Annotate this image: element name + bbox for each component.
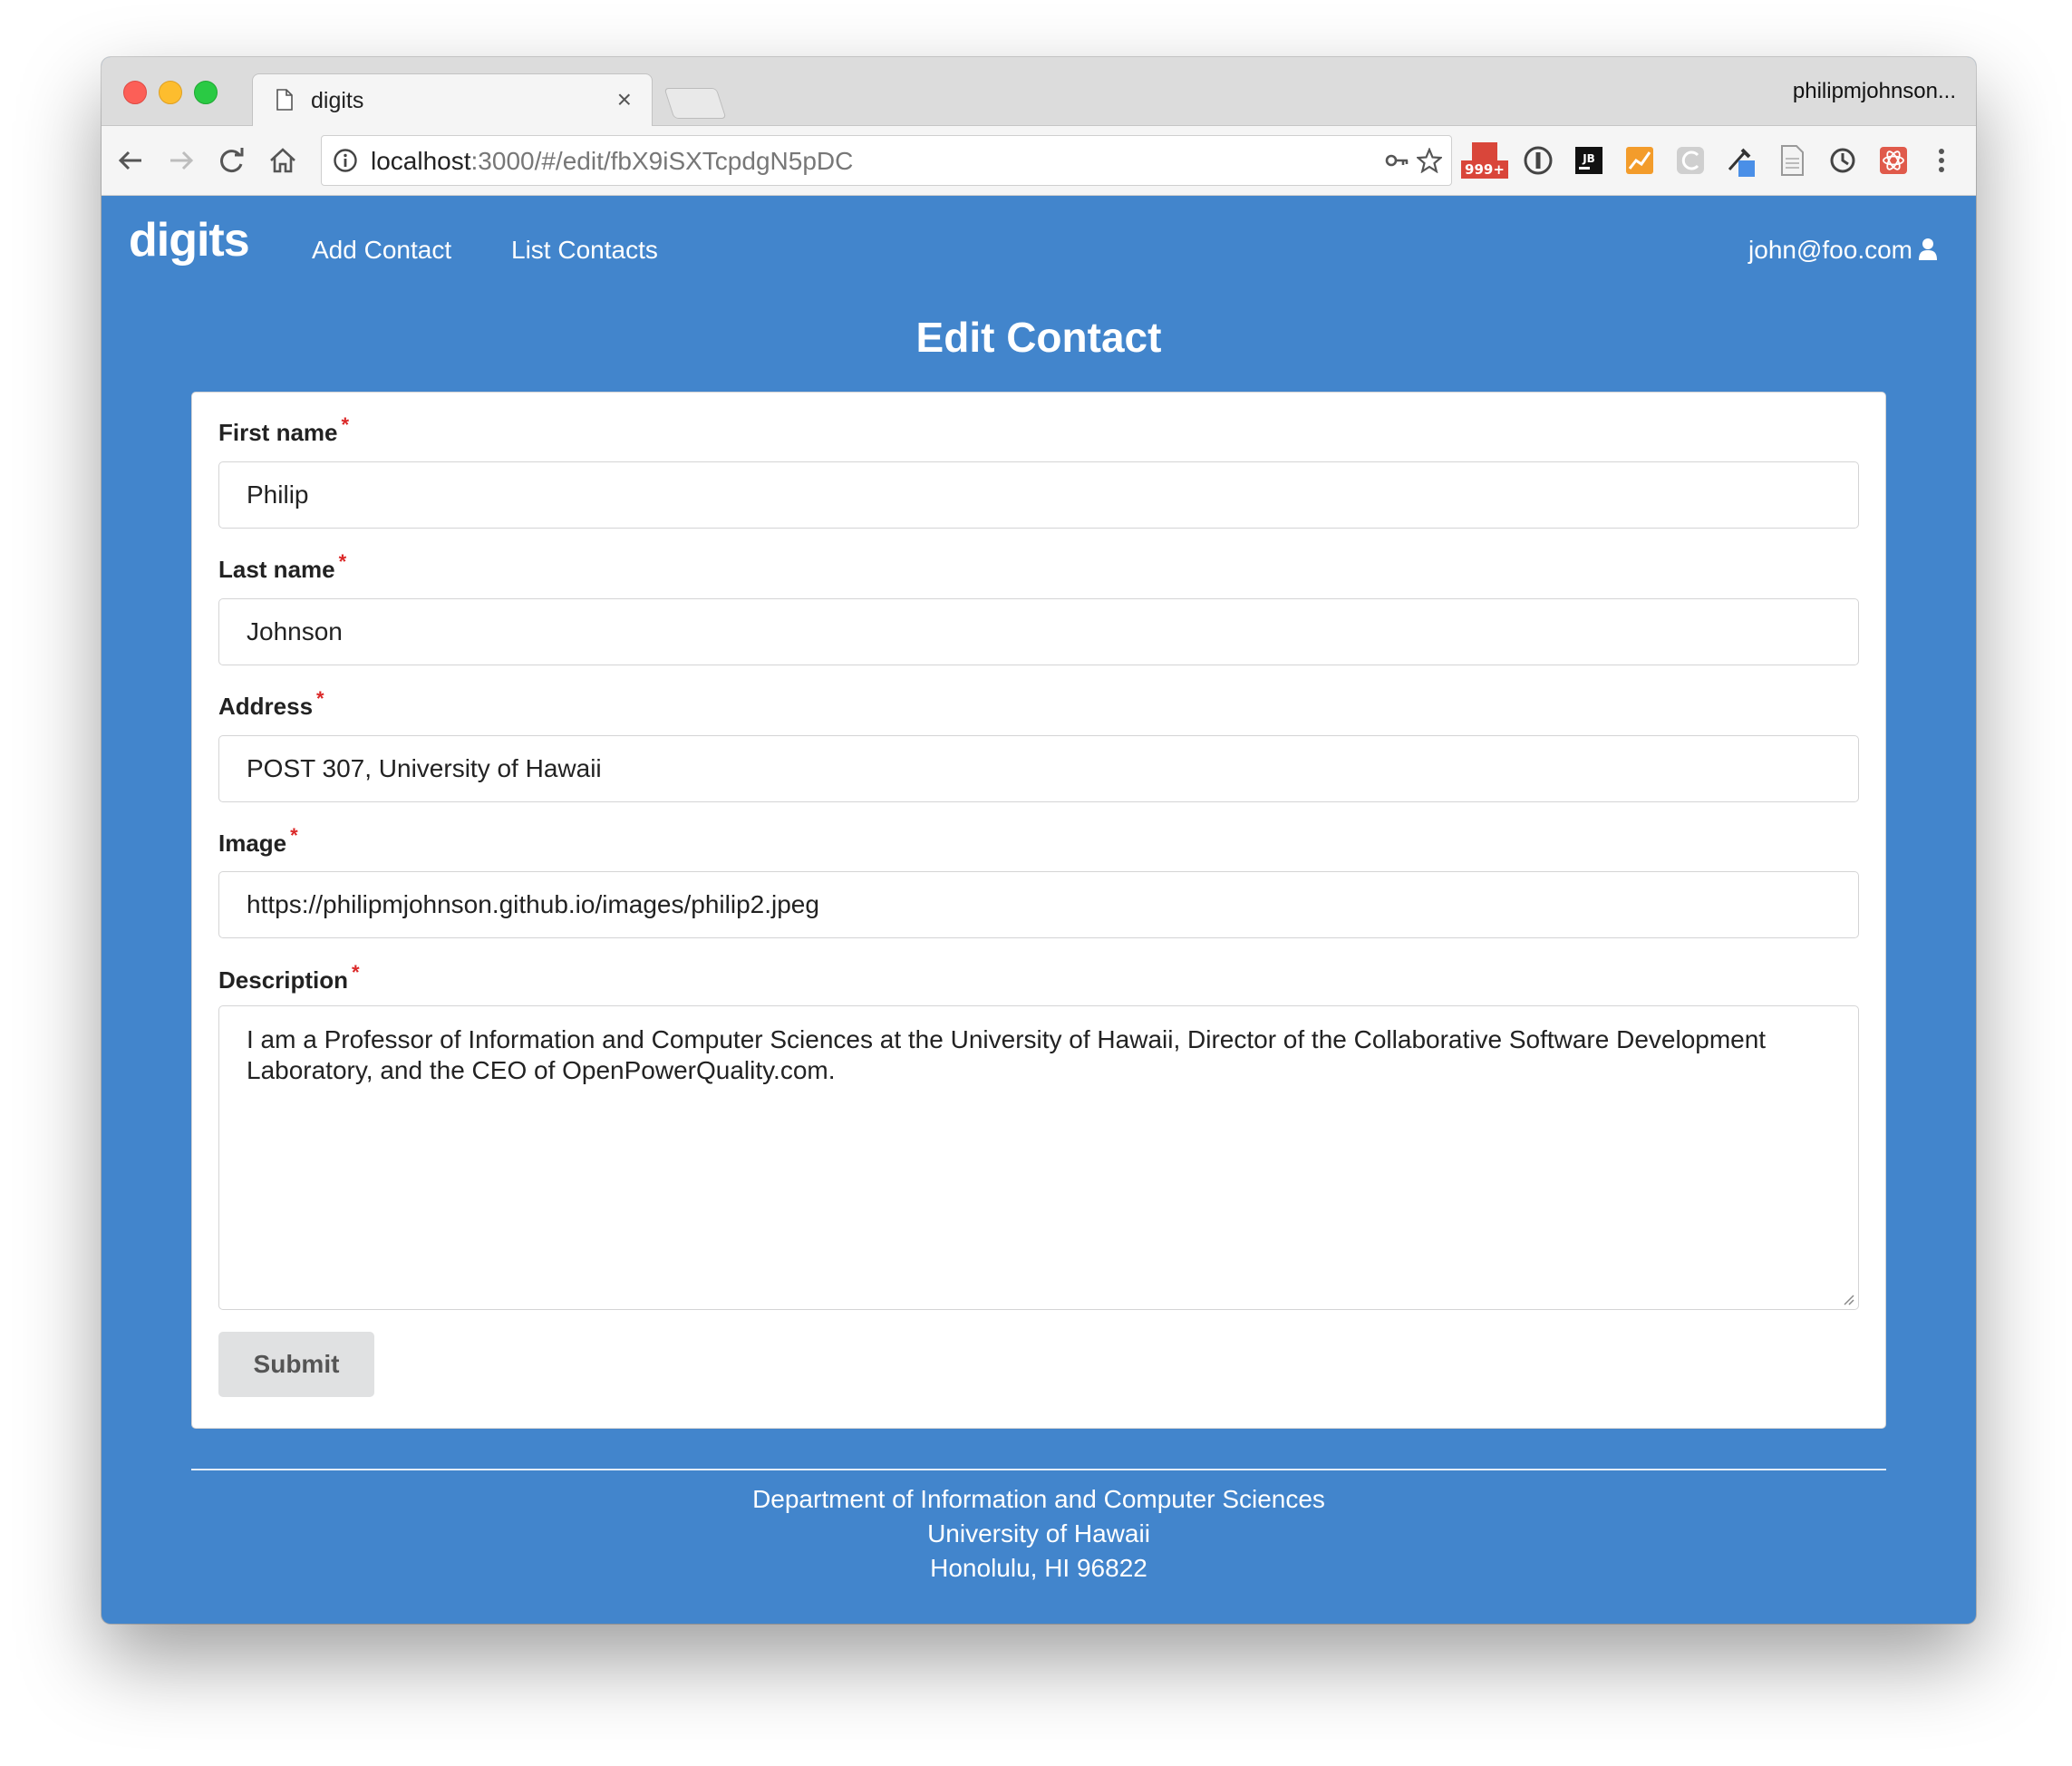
footer-address: Honolulu, HI 96822 bbox=[930, 1554, 1147, 1582]
nav-add-contact[interactable]: Add Contact bbox=[312, 236, 451, 265]
image-url-input[interactable]: https://philipmjohnson.github.io/images/… bbox=[218, 871, 1859, 938]
reload-icon[interactable] bbox=[216, 144, 248, 177]
new-tab-button[interactable] bbox=[663, 88, 727, 119]
resize-grip-icon[interactable] bbox=[1840, 1291, 1854, 1305]
required-mark: * bbox=[341, 413, 350, 436]
description-label-text: Description bbox=[218, 966, 349, 994]
brand-logo[interactable]: digits bbox=[129, 213, 250, 267]
description-text: I am a Professor of Information and Comp… bbox=[247, 1025, 1767, 1084]
address-input[interactable]: POST 307, University of Hawaii bbox=[218, 735, 1859, 802]
eyedropper-icon[interactable] bbox=[1724, 142, 1758, 179]
nav-list-contacts[interactable]: List Contacts bbox=[511, 236, 658, 265]
first-name-label: First name * bbox=[218, 413, 349, 447]
last-name-label-text: Last name bbox=[218, 556, 335, 583]
first-name-input[interactable]: Philip bbox=[218, 461, 1859, 529]
close-window-button[interactable] bbox=[123, 81, 147, 104]
edit-contact-form: First name * Philip Last name * Johnson Ad… bbox=[191, 392, 1886, 1429]
required-mark: * bbox=[352, 961, 360, 984]
user-menu[interactable]: john@foo.com bbox=[1748, 236, 1938, 265]
url-text[interactable]: localhost:3000/#/edit/fbX9iSXTcpdgN5pDC bbox=[371, 147, 853, 176]
description-textarea[interactable]: I am a Professor of Information and Comp… bbox=[218, 1005, 1859, 1310]
key-icon[interactable] bbox=[1384, 148, 1409, 173]
address-bar[interactable]: localhost:3000/#/edit/fbX9iSXTcpdgN5pDC bbox=[321, 135, 1452, 186]
jetbrains-label: JB bbox=[1582, 152, 1595, 165]
required-mark: * bbox=[290, 824, 298, 847]
document-icon bbox=[276, 89, 293, 111]
app-navbar: digits Add Contact List Contacts john@fo… bbox=[102, 195, 1976, 304]
url-host: localhost bbox=[371, 147, 471, 175]
jetbrains-icon[interactable]: JB bbox=[1572, 142, 1606, 179]
required-mark: * bbox=[338, 550, 347, 573]
browser-tab[interactable]: digits × bbox=[252, 73, 653, 127]
last-name-input[interactable]: Johnson bbox=[218, 598, 1859, 665]
first-name-label-text: First name bbox=[218, 419, 338, 446]
footer-university: University of Hawaii bbox=[927, 1519, 1150, 1548]
address-label-text: Address bbox=[218, 693, 314, 720]
browser-toolbar: localhost:3000/#/edit/fbX9iSXTcpdgN5pDC … bbox=[102, 126, 1976, 196]
back-arrow-icon[interactable] bbox=[114, 144, 147, 177]
image-label-text: Image bbox=[218, 830, 287, 857]
info-icon[interactable] bbox=[333, 148, 358, 173]
last-name-label: Last name * bbox=[218, 550, 346, 584]
description-label: Description * bbox=[218, 961, 360, 995]
minimize-window-button[interactable] bbox=[159, 81, 182, 104]
address-label: Address * bbox=[218, 687, 324, 721]
refresh-extension-icon[interactable] bbox=[1673, 142, 1708, 179]
sync-icon[interactable] bbox=[1825, 142, 1860, 179]
image-label: Image * bbox=[218, 824, 298, 858]
url-path: :3000/#/edit/fbX9iSXTcpdgN5pDC bbox=[470, 147, 854, 175]
user-icon bbox=[1919, 238, 1937, 260]
star-icon[interactable] bbox=[1417, 148, 1442, 173]
tab-close-icon[interactable]: × bbox=[617, 85, 632, 114]
more-menu-icon[interactable] bbox=[1929, 142, 1954, 179]
home-icon[interactable] bbox=[266, 144, 299, 177]
required-mark: * bbox=[316, 687, 324, 710]
profile-name[interactable]: philipmjohnson... bbox=[1793, 79, 1956, 104]
react-devtools-icon[interactable] bbox=[1876, 142, 1911, 179]
page-title: Edit Contact bbox=[915, 314, 1162, 361]
page-icon[interactable] bbox=[1775, 142, 1809, 179]
zoom-window-button[interactable] bbox=[194, 81, 218, 104]
analytics-icon[interactable] bbox=[1622, 142, 1657, 179]
extension-badge-icon[interactable]: 999+ bbox=[1461, 142, 1508, 179]
browser-titlebar: digits × philipmjohnson... bbox=[102, 57, 1976, 127]
tab-title: digits bbox=[311, 88, 364, 113]
onepassword-icon[interactable] bbox=[1521, 142, 1555, 179]
footer-divider bbox=[191, 1469, 1886, 1470]
submit-button[interactable]: Submit bbox=[218, 1332, 374, 1397]
extension-badge-count: 999+ bbox=[1465, 161, 1505, 178]
user-email: john@foo.com bbox=[1748, 236, 1912, 264]
footer-department: Department of Information and Computer S… bbox=[752, 1485, 1325, 1513]
browser-window: digits × philipmjohnson... localhost:300… bbox=[102, 57, 1976, 1624]
forward-arrow-icon[interactable] bbox=[165, 144, 198, 177]
